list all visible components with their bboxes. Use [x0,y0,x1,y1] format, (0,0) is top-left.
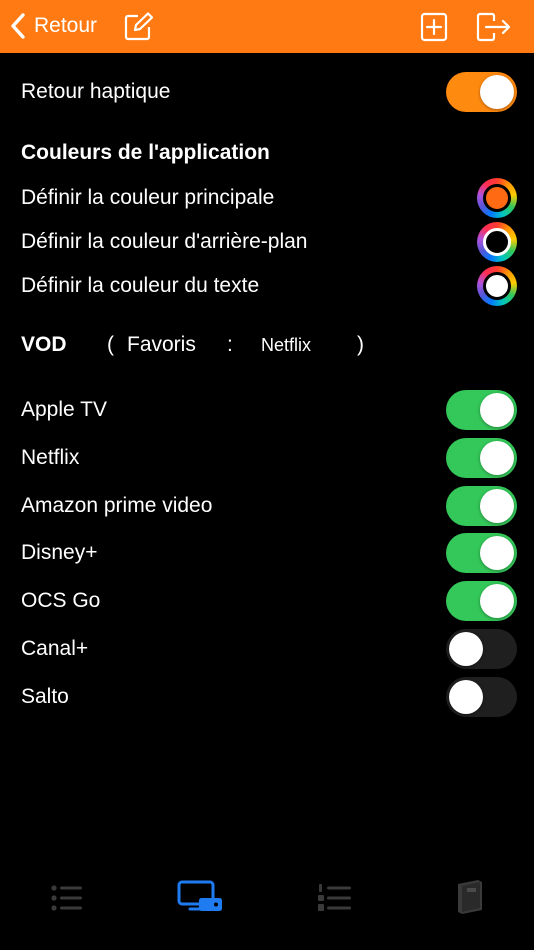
tv-remote-icon [176,876,224,916]
service-label: Canal+ [21,637,89,660]
colors-section-header: Couleurs de l'application [21,138,517,168]
color-row-primary[interactable]: Définir la couleur principale [21,178,517,218]
list-icon [46,876,94,916]
edit-icon[interactable] [123,12,153,42]
navigation-bar: Retour [0,0,534,53]
service-toggle-disney[interactable] [446,533,517,573]
add-square-icon[interactable] [420,12,448,42]
logout-icon[interactable] [476,12,512,42]
service-label: Apple TV [21,398,107,421]
color-row-text[interactable]: Définir la couleur du texte [21,266,517,306]
tab-book[interactable] [450,876,498,916]
favorites-colon: : [227,333,233,356]
service-label: OCS Go [21,589,101,612]
service-toggle-canal[interactable] [446,629,517,669]
service-label: Netflix [21,446,80,469]
service-label: Amazon prime video [21,494,213,517]
vod-header: VOD ( Favoris : Netflix ) [21,330,377,360]
service-row-apple-tv: Apple TV [21,390,517,430]
vod-title: VOD [21,333,67,356]
service-row-ocs: OCS Go [21,581,517,621]
service-label: Disney+ [21,541,98,564]
numbered-list-icon [316,876,364,916]
service-row-netflix: Netflix [21,438,517,478]
close-paren: ) [357,333,364,356]
service-row-salto: Salto [21,677,517,717]
service-row-amazon: Amazon prime video [21,486,517,526]
service-toggle-salto[interactable] [446,677,517,717]
haptic-row: Retour haptique [21,72,517,112]
favorites-value[interactable]: Netflix [261,335,357,356]
color-row-background[interactable]: Définir la couleur d'arrière-plan [21,222,517,262]
back-button[interactable]: Retour [10,11,97,41]
service-toggle-netflix[interactable] [446,438,517,478]
service-toggle-apple-tv[interactable] [446,390,517,430]
favorites-label: Favoris [127,333,196,356]
color-label-primary: Définir la couleur principale [21,186,275,209]
service-row-disney: Disney+ [21,533,517,573]
tab-list[interactable] [46,876,94,916]
haptic-label: Retour haptique [21,80,171,103]
color-picker-background[interactable] [477,222,517,262]
tab-bar [0,860,534,930]
colors-section-title: Couleurs de l'application [21,141,270,164]
service-toggle-ocs[interactable] [446,581,517,621]
tab-remote[interactable] [176,876,224,916]
haptic-toggle[interactable] [446,72,517,112]
back-label: Retour [34,14,98,37]
chevron-left-icon [10,12,26,40]
open-paren: ( [107,333,114,356]
color-label-text: Définir la couleur du texte [21,274,260,297]
service-row-canal: Canal+ [21,629,517,669]
book-icon [450,876,498,916]
color-label-background: Définir la couleur d'arrière-plan [21,230,308,253]
service-toggle-amazon[interactable] [446,486,517,526]
service-label: Salto [21,685,69,708]
tab-numbered-list[interactable] [316,876,364,916]
color-picker-text[interactable] [477,266,517,306]
color-picker-primary[interactable] [477,178,517,218]
